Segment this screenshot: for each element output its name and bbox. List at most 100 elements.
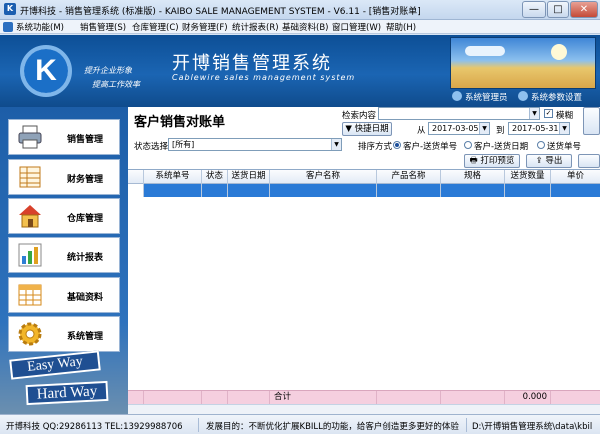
export-button[interactable]: ⇪ 导出: [526, 154, 572, 168]
total-row: 合计 0.000: [128, 390, 600, 405]
ledger-icon: [19, 166, 41, 188]
sidebar-item-label: 财务管理: [67, 175, 104, 185]
house-icon: [19, 205, 41, 228]
table-cell[interactable]: [202, 184, 228, 197]
sort-radio-delivery-no[interactable]: [537, 141, 545, 149]
app-title: 开博销售管理系统: [172, 53, 332, 74]
table-cell: [441, 391, 505, 405]
column-header[interactable]: 单价: [551, 170, 600, 184]
cloud-shape: [465, 46, 505, 56]
search-button[interactable]: [583, 107, 600, 135]
menu-system[interactable]: 系统功能(M): [16, 21, 64, 33]
search-input[interactable]: ▼: [378, 107, 540, 120]
more-button[interactable]: [578, 154, 600, 168]
column-header[interactable]: 送货数量: [505, 170, 551, 184]
menu-sales[interactable]: 销售管理(S): [80, 21, 126, 33]
menu-basic-data[interactable]: 基础资料(B): [282, 21, 328, 33]
close-button[interactable]: ✕: [570, 1, 598, 18]
chevron-down-icon[interactable]: ▼: [331, 139, 341, 150]
column-header[interactable]: 送货日期: [228, 170, 270, 184]
table-cell[interactable]: [551, 184, 600, 197]
table-cell: [202, 391, 228, 405]
maximize-button[interactable]: □: [547, 1, 569, 18]
fuzzy-label: 模糊: [556, 111, 574, 121]
sidebar-item-sales[interactable]: 销售管理: [8, 119, 120, 155]
quick-date-button[interactable]: ▼ 快捷日期: [342, 122, 392, 136]
settings-icon: [518, 91, 528, 101]
column-header[interactable]: 规格: [441, 170, 505, 184]
sidebar-item-reports[interactable]: 统计报表: [8, 237, 120, 273]
sidebar-item-label: 销售管理: [67, 135, 104, 145]
sidebar-item-label: 仓库管理: [67, 214, 104, 224]
status-divider: [466, 418, 467, 432]
table-cell[interactable]: [505, 184, 551, 197]
date-to-field[interactable]: 2017-05-31 ▼: [508, 122, 570, 135]
gear-icon: [18, 322, 42, 346]
horizontal-scrollbar[interactable]: [128, 404, 600, 414]
menu-warehouse[interactable]: 仓库管理(C): [132, 21, 179, 33]
sidebar-item-finance[interactable]: 财务管理: [8, 159, 120, 195]
app-icon: K: [4, 3, 16, 15]
menu-reports[interactable]: 统计报表(R): [232, 21, 279, 33]
wheat-field-image: [450, 37, 596, 89]
column-header[interactable]: 状态: [202, 170, 228, 184]
table-cell[interactable]: [228, 184, 270, 197]
slogan-2: 提高工作效率: [92, 80, 140, 89]
admin-link[interactable]: 系统管理员: [452, 91, 508, 103]
sidebar-item-warehouse[interactable]: 仓库管理: [8, 198, 120, 234]
sort-radio-customer-no[interactable]: [393, 141, 401, 149]
printer-icon: 🖶: [469, 156, 478, 166]
table-row-selected[interactable]: [128, 184, 600, 197]
sidebar-item-label: 基础资料: [67, 293, 104, 303]
calendar-dropdown-icon[interactable]: ▼: [559, 123, 569, 134]
sort-radio-customer-date[interactable]: [464, 141, 472, 149]
menu-window[interactable]: 窗口管理(W): [332, 21, 381, 33]
total-quantity: 0.000: [505, 391, 551, 405]
user-icon: [452, 91, 462, 101]
sort-option-label: 客户-送货日期: [474, 142, 529, 152]
menu-help[interactable]: 帮助(H): [386, 21, 416, 33]
table-cell[interactable]: [377, 184, 441, 197]
column-header[interactable]: 客户名称: [270, 170, 377, 184]
column-header[interactable]: 系统单号: [144, 170, 202, 184]
settings-link[interactable]: 系统参数设置: [518, 91, 582, 103]
status-message: 发展目的：不断优化扩展KBILL的功能，给客户创造更多更好的体验: [206, 422, 459, 432]
search-label: 检索内容: [342, 111, 377, 121]
print-preview-button[interactable]: 🖶 打印预览: [464, 154, 520, 168]
sort-option-label: 送货单号: [547, 142, 582, 152]
chevron-down-icon[interactable]: ▼: [529, 108, 539, 119]
minimize-button[interactable]: —: [522, 1, 546, 18]
menu-bar: 系统功能(M) 销售管理(S) 仓库管理(C) 财务管理(F) 统计报表(R) …: [0, 20, 600, 34]
sidebar-item-system[interactable]: 系统管理: [8, 316, 120, 352]
table-header: 系统单号 状态 送货日期 客户名称 产品名称 规格 送货数量 单价: [128, 170, 600, 184]
export-icon: ⇪: [535, 156, 543, 166]
status-path: D:\开博销售管理系统\data\kbil: [472, 422, 593, 432]
table-cell[interactable]: [441, 184, 505, 197]
sidebar-item-label: 系统管理: [67, 332, 104, 342]
table-cell[interactable]: [144, 184, 202, 197]
fuzzy-checkbox[interactable]: ✓: [544, 109, 553, 118]
hard-way-sign: Hard Way: [25, 380, 109, 406]
status-select[interactable]: [所有] ▼: [168, 138, 342, 151]
table-cell: [551, 391, 600, 405]
bar-chart-icon: [18, 243, 42, 267]
table-cell: [228, 391, 270, 405]
total-label: 合计: [270, 391, 377, 405]
status-divider: [198, 418, 199, 432]
data-table[interactable]: 系统单号 状态 送货日期 客户名称 产品名称 规格 送货数量 单价: [128, 169, 600, 393]
sidebar-item-basic-data[interactable]: 基础资料: [8, 277, 120, 313]
date-from-field[interactable]: 2017-03-05 ▼: [428, 122, 490, 135]
column-header[interactable]: 产品名称: [377, 170, 441, 184]
table-cell[interactable]: [270, 184, 377, 197]
menu-finance[interactable]: 财务管理(F): [182, 21, 228, 33]
row-indicator-header: [128, 170, 144, 184]
to-label: 到: [496, 126, 505, 136]
row-indicator: [128, 184, 144, 197]
title-bar: K 开博科技 - 销售管理系统 (标准版) - KAIBO SALE MANAG…: [0, 0, 600, 20]
status-company: 开博科技 QQ:29286113 TEL:13929988706: [6, 422, 183, 432]
logo: K: [20, 45, 72, 97]
calendar-dropdown-icon[interactable]: ▼: [479, 123, 489, 134]
main-content: 客户销售对账单 检索内容 ▼ ✓ 模糊 ▼ 快捷日期 从 2017-03-05 ▼…: [128, 107, 600, 414]
sidebar-item-label: 统计报表: [67, 253, 104, 263]
status-label: 状态选择: [134, 142, 169, 152]
